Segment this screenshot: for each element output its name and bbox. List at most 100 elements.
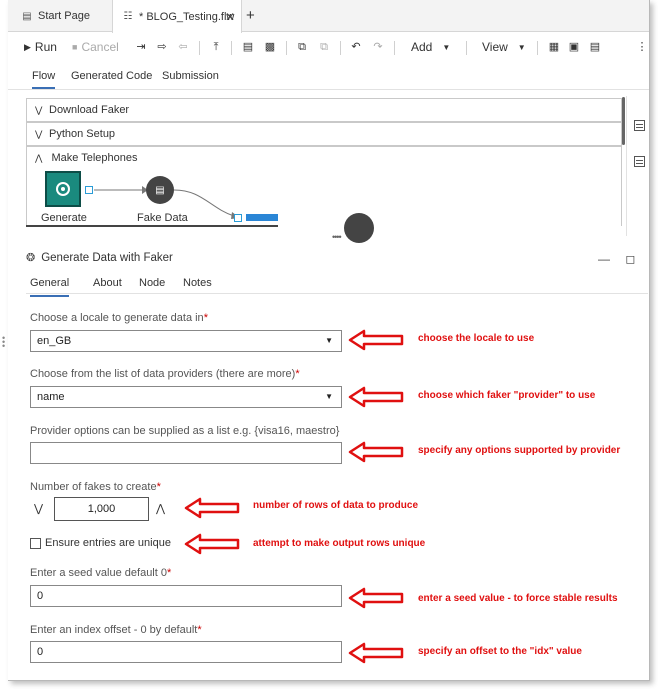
layout-icon[interactable]: ▦ <box>548 41 560 53</box>
overview-icon[interactable]: ▤ <box>589 41 601 53</box>
annotation-arrow <box>348 441 404 463</box>
annotation-provider: choose which faker "provider" to use <box>418 390 596 401</box>
properties-panel-icon[interactable] <box>634 120 645 131</box>
toolbar-divider <box>231 41 232 55</box>
tab-submission[interactable]: Submission <box>162 70 219 82</box>
app-window: ▤ Start Page ☷ * BLOG_Testing.flw ✕ + ▶ … <box>8 0 650 681</box>
paste-icon[interactable]: ⧉ <box>318 41 330 53</box>
tab-start-page[interactable]: ▤ Start Page <box>20 0 120 32</box>
locale-value: en_GB <box>37 335 72 347</box>
add-menu-button[interactable]: Add ▼ <box>411 40 450 54</box>
partial-node[interactable] <box>344 213 374 243</box>
swimlane-label: Download Faker <box>49 104 130 116</box>
fakes-label: Number of fakes to create* <box>30 481 161 493</box>
expand-icon[interactable]: ⋁ <box>35 105 49 116</box>
table-icon: ▤ <box>155 184 165 196</box>
new-tab-icon[interactable]: + <box>246 7 255 24</box>
properties-panel-title: ❂ Generate Data with Faker <box>26 251 173 265</box>
details-panel-icon[interactable] <box>634 156 645 167</box>
tab-flow[interactable]: Flow <box>32 70 56 89</box>
decrement-chevron-icon[interactable]: ⋁ <box>34 502 43 515</box>
locale-select[interactable]: en_GB ▼ <box>30 330 342 352</box>
panel-window-controls: — ◻ <box>598 252 647 266</box>
tab-generated-code[interactable]: Generated Code <box>71 70 152 82</box>
undo-icon[interactable]: ↶ <box>350 41 362 53</box>
swimlane-label: Make Telephones <box>51 152 138 164</box>
annotation-arrow <box>184 533 240 555</box>
play-icon: ▶ <box>24 41 31 52</box>
run-to-icon[interactable]: ⇦ <box>177 41 189 53</box>
annotation-arrow <box>348 642 404 664</box>
close-tab-icon[interactable]: ✕ <box>225 10 235 24</box>
tab-general[interactable]: General <box>30 277 70 297</box>
annotation-fakes: number of rows of data to produce <box>253 500 419 511</box>
run-from-icon[interactable]: ⇨ <box>156 41 168 53</box>
seed-label-text: Enter a seed value default 0 <box>30 567 167 579</box>
caret-down-icon: ▼ <box>325 336 333 345</box>
provider-options-input[interactable] <box>30 442 342 464</box>
toolbar-divider <box>537 41 538 55</box>
required-mark: * <box>156 481 161 493</box>
run-label: Run <box>34 40 57 54</box>
generate-node[interactable] <box>45 171 81 207</box>
toolbar-divider <box>466 41 467 55</box>
swimlane-python-setup[interactable]: ⋁ Python Setup <box>26 122 622 146</box>
increment-chevron-icon[interactable]: ⋀ <box>156 502 165 515</box>
swimlane-label: Python Setup <box>49 128 116 140</box>
provider-label: Choose from the list of data providers (… <box>30 368 300 380</box>
fit-icon[interactable]: ▣ <box>568 41 580 53</box>
options-label: Provider options can be supplied as a li… <box>30 425 339 437</box>
splitter-handle-icon[interactable]: • • • <box>2 334 5 351</box>
redo-icon[interactable]: ↷ <box>372 41 384 53</box>
seed-input[interactable]: 0 <box>30 585 342 607</box>
node-label-generate: Generate <box>41 212 87 224</box>
offset-value: 0 <box>37 646 44 658</box>
step-run-icon[interactable]: ⇥ <box>135 41 147 53</box>
expand-icon[interactable]: ⋁ <box>35 129 49 140</box>
upload-icon[interactable]: ⤒ <box>210 41 222 53</box>
annotation-arrow <box>348 386 404 408</box>
resize-handle-icon[interactable]: •••• <box>332 232 342 242</box>
table-node[interactable] <box>246 214 278 221</box>
annotation-offset: specify an offset to the "idx" value <box>418 646 582 657</box>
annotation-seed: enter a seed value - to force stable res… <box>418 593 618 604</box>
view-menu-button[interactable]: View ▼ <box>482 40 526 54</box>
provider-value: name <box>37 391 65 403</box>
swimlane-header: ⋀ Make Telephones <box>35 152 137 164</box>
offset-label: Enter an index offset - 0 by default* <box>30 624 202 636</box>
required-mark: * <box>197 624 202 636</box>
tab-label: * BLOG_Testing.flw <box>139 10 235 23</box>
tab-about[interactable]: About <box>93 277 122 289</box>
minimize-icon[interactable]: — <box>598 252 610 266</box>
tab-blog-testing[interactable]: ☷ * BLOG_Testing.flw ✕ <box>112 0 242 33</box>
cancel-button[interactable]: ■ Cancel <box>72 40 119 54</box>
seed-value: 0 <box>37 590 44 602</box>
fake-data-node[interactable]: ▤ <box>146 176 174 204</box>
offset-label-text: Enter an index offset - 0 by default <box>30 624 198 636</box>
save-icon[interactable]: ▤ <box>242 41 254 53</box>
canvas-scrollbar[interactable] <box>622 97 625 145</box>
add-label: Add <box>411 40 433 54</box>
tab-notes[interactable]: Notes <box>183 277 212 289</box>
maximize-icon[interactable]: ◻ <box>625 252 635 266</box>
more-options-icon[interactable]: ⋮ <box>636 41 648 53</box>
run-button[interactable]: ▶ Run <box>24 40 57 54</box>
fakes-count-input[interactable]: 1,000 <box>54 497 149 521</box>
collapse-icon[interactable]: ⋀ <box>35 153 42 163</box>
caret-down-icon: ▼ <box>442 42 451 52</box>
tab-node[interactable]: Node <box>139 277 165 289</box>
annotation-locale: choose the locale to use <box>418 333 535 344</box>
unique-checkbox[interactable] <box>30 538 41 549</box>
offset-input[interactable]: 0 <box>30 641 342 663</box>
locale-label: Choose a locale to generate data in* <box>30 312 208 324</box>
stop-icon: ■ <box>72 42 78 52</box>
copy-icon[interactable]: ⧉ <box>296 41 308 53</box>
faker-gear-icon: ❂ <box>26 252 36 264</box>
swimlane-download-faker[interactable]: ⋁ Download Faker <box>26 98 622 122</box>
faker-gear-icon <box>56 182 70 196</box>
input-port[interactable] <box>234 214 242 222</box>
save-as-icon[interactable]: ▩ <box>264 41 276 53</box>
node-label-fake-data: Fake Data <box>137 212 188 224</box>
provider-select[interactable]: name ▼ <box>30 386 342 408</box>
annotation-options: specify any options supported by provide… <box>418 445 621 456</box>
